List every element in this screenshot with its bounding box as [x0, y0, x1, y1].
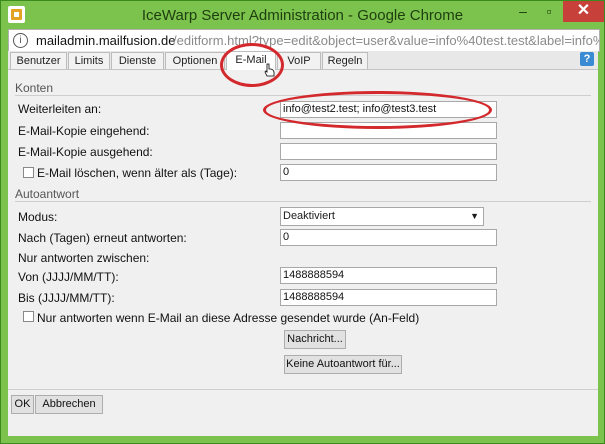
mode-select-value: Deaktiviert — [283, 210, 335, 222]
section-divider — [15, 201, 591, 202]
tab-limits[interactable]: Limits — [68, 52, 110, 69]
hand-cursor-icon — [264, 63, 275, 77]
ok-button[interactable]: OK — [11, 395, 34, 414]
tab-bar: Benutzer Limits Dienste Optionen E-Mail … — [8, 51, 598, 70]
browser-window: IceWarp Server Administration - Google C… — [0, 0, 605, 444]
copy-in-label: E-Mail-Kopie eingehend: — [18, 124, 150, 138]
address-bar[interactable]: i mailadmin.mailfusion.de /editform.html… — [8, 29, 600, 52]
maximize-button[interactable]: ▫ — [536, 1, 562, 22]
no-reply-button[interactable]: Keine Autoantwort für... — [284, 355, 402, 374]
annotation-ellipse-forward — [263, 91, 492, 129]
between-label: Nur antworten zwischen: — [18, 251, 150, 265]
close-button[interactable]: ✕ — [563, 1, 604, 22]
footer-divider — [8, 389, 598, 390]
page-info-icon[interactable]: i — [13, 33, 28, 48]
minimize-button[interactable]: – — [510, 1, 536, 22]
section-autoantwort: Autoantwort — [15, 187, 80, 201]
section-konten: Konten — [15, 81, 54, 95]
message-button[interactable]: Nachricht... — [284, 330, 346, 349]
title-bar: IceWarp Server Administration - Google C… — [1, 1, 604, 29]
from-date-label: Von (JJJJ/MM/TT): — [18, 270, 119, 284]
mode-label: Modus: — [18, 210, 58, 224]
delete-days-input[interactable]: 0 — [280, 164, 497, 181]
to-date-label: Bis (JJJJ/MM/TT): — [18, 291, 115, 305]
dropdown-arrow-icon: ▼ — [470, 211, 479, 221]
from-date-input[interactable]: 1488888594 — [280, 267, 497, 284]
only-to-label: Nur antworten wenn E-Mail an diese Adres… — [37, 311, 420, 325]
only-to-checkbox[interactable] — [23, 311, 34, 322]
to-date-input[interactable]: 1488888594 — [280, 289, 497, 306]
copy-out-label: E-Mail-Kopie ausgehend: — [18, 145, 153, 159]
repeat-label: Nach (Tagen) erneut antworten: — [18, 231, 187, 245]
mode-select[interactable]: Deaktiviert ▼ — [280, 207, 484, 226]
tab-regeln[interactable]: Regeln — [322, 52, 368, 69]
help-icon[interactable]: ? — [580, 52, 594, 66]
tab-dienste[interactable]: Dienste — [111, 52, 164, 69]
delete-checkbox[interactable] — [23, 167, 34, 178]
forward-label: Weiterleiten an: — [18, 102, 102, 116]
repeat-days-input[interactable]: 0 — [280, 229, 497, 246]
tab-optionen[interactable]: Optionen — [165, 52, 225, 69]
tab-benutzer[interactable]: Benutzer — [10, 52, 67, 69]
cancel-button[interactable]: Abbrechen — [35, 395, 103, 414]
url-host: mailadmin.mailfusion.de — [36, 33, 176, 48]
copy-out-input[interactable] — [280, 143, 497, 160]
delete-label: E-Mail löschen, wenn älter als (Tage): — [37, 166, 238, 180]
